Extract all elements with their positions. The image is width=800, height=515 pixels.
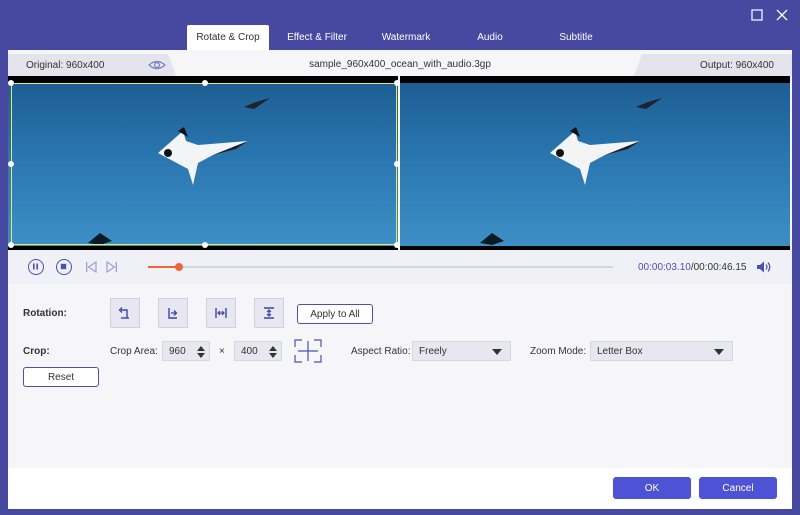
tab-rotate-crop[interactable]: Rotate & Crop (187, 25, 269, 50)
crop-width-value: 960 (169, 346, 186, 357)
tab-audio[interactable]: Audio (448, 25, 532, 50)
center-crop-icon[interactable] (294, 339, 322, 363)
stop-icon (60, 263, 67, 270)
crop-handle-mr[interactable] (394, 161, 400, 167)
rotate-left-button[interactable] (110, 298, 140, 328)
maximize-button[interactable] (750, 6, 768, 24)
rotate-right-button[interactable] (158, 298, 188, 328)
rotate-left-icon (118, 307, 129, 319)
pause-button[interactable] (28, 259, 44, 275)
flip-horizontal-icon (215, 308, 227, 318)
crop-label: Crop: (23, 346, 50, 357)
crop-selection-box[interactable] (8, 80, 400, 248)
apply-to-all-button[interactable]: Apply to All (297, 304, 373, 324)
rotation-label: Rotation: (23, 308, 67, 319)
zoom-mode-select[interactable]: Letter Box (590, 341, 733, 361)
close-icon (776, 9, 788, 21)
close-button[interactable] (774, 6, 792, 24)
output-size-label: Output: 960x400 (700, 60, 774, 71)
timeline-track[interactable] (148, 266, 613, 268)
timeline-handle[interactable] (175, 263, 183, 271)
previous-frame-icon[interactable] (85, 261, 97, 273)
flip-vertical-button[interactable] (254, 298, 284, 328)
time-display: 00:00:03.10/00:00:46.15 (638, 262, 746, 273)
chevron-down-icon (492, 349, 502, 355)
flip-vertical-icon (264, 307, 274, 319)
crop-handle-tl[interactable] (8, 80, 14, 86)
crop-handle-tm[interactable] (202, 80, 208, 86)
crop-handle-br[interactable] (394, 242, 400, 248)
crop-height-decrease[interactable] (269, 353, 277, 358)
aspect-ratio-label: Aspect Ratio: (351, 346, 411, 357)
ok-button[interactable]: OK (613, 477, 691, 499)
video-frame (400, 83, 790, 246)
maximize-icon (751, 9, 763, 21)
total-time: 00:00:46.15 (693, 262, 747, 273)
rotate-right-icon (168, 308, 178, 319)
output-video-preview (400, 76, 790, 250)
crop-handle-bm[interactable] (202, 242, 208, 248)
stop-button[interactable] (56, 259, 72, 275)
crop-handle-ml[interactable] (8, 161, 14, 167)
cancel-button[interactable]: Cancel (699, 477, 777, 499)
crop-handle-tr[interactable] (394, 80, 400, 86)
crop-width-increase[interactable] (197, 346, 205, 351)
crop-width-decrease[interactable] (197, 353, 205, 358)
zoom-mode-label: Zoom Mode: (530, 346, 587, 357)
current-time: 00:00:03.10 (638, 262, 691, 273)
pause-icon (33, 263, 38, 270)
crop-height-input[interactable]: 400 (234, 341, 282, 361)
aspect-ratio-value: Freely (419, 346, 447, 357)
playback-controls: 00:00:03.10/00:00:46.15 (8, 250, 792, 284)
volume-icon[interactable] (756, 260, 772, 274)
crop-width-input[interactable]: 960 (162, 341, 210, 361)
next-frame-icon[interactable] (106, 261, 118, 273)
preview-info-bar: Original: 960x400 sample_960x400_ocean_w… (8, 54, 792, 76)
aspect-ratio-select[interactable]: Freely (412, 341, 511, 361)
crop-height-increase[interactable] (269, 346, 277, 351)
zoom-mode-value: Letter Box (597, 346, 643, 357)
chevron-down-icon (714, 349, 724, 355)
tab-subtitle[interactable]: Subtitle (533, 25, 619, 50)
crop-height-value: 400 (241, 346, 258, 357)
tab-bar: Rotate & Crop Effect & Filter Watermark … (187, 25, 620, 50)
reset-button[interactable]: Reset (23, 367, 99, 387)
crop-area-label: Crop Area: (110, 346, 158, 357)
editor-panel: Original: 960x400 sample_960x400_ocean_w… (8, 50, 792, 509)
tab-effect-filter[interactable]: Effect & Filter (270, 25, 364, 50)
crop-handle-bl[interactable] (8, 242, 14, 248)
tab-watermark[interactable]: Watermark (365, 25, 447, 50)
times-symbol: × (219, 346, 225, 357)
bird-image (480, 98, 662, 245)
flip-horizontal-button[interactable] (206, 298, 236, 328)
dialog-footer: OK Cancel (8, 468, 792, 509)
output-size-box: Output: 960x400 (634, 54, 792, 76)
